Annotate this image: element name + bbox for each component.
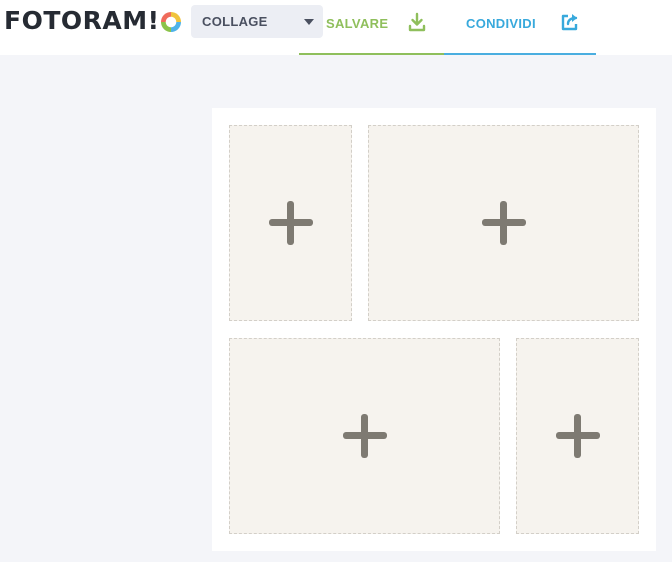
- plus-icon: [342, 414, 387, 458]
- top-toolbar: FOTORAM! COLLAGE SALVARE CONDIVIDI: [0, 0, 672, 55]
- tab-save-label: SALVARE: [326, 16, 389, 31]
- plus-icon: [268, 201, 313, 245]
- plus-icon: [555, 414, 600, 458]
- plus-icon: [481, 201, 526, 245]
- logo-ring-icon: [160, 11, 181, 32]
- download-icon: [408, 12, 426, 32]
- collage-slot-bottom-left[interactable]: [229, 338, 500, 534]
- logo-text: FOTORAM!: [4, 6, 160, 35]
- tab-share[interactable]: CONDIVIDI: [444, 0, 596, 55]
- share-icon: [561, 14, 578, 31]
- collage-slot-bottom-right[interactable]: [516, 338, 639, 534]
- collage-slot-top-left[interactable]: [229, 125, 352, 321]
- app-logo[interactable]: FOTORAM!: [4, 6, 181, 36]
- tab-share-label: CONDIVIDI: [466, 16, 536, 31]
- mode-select-value: COLLAGE: [202, 14, 268, 29]
- tab-save[interactable]: SALVARE: [299, 0, 444, 55]
- collage-canvas: [212, 108, 656, 551]
- collage-slot-top-right[interactable]: [368, 125, 639, 321]
